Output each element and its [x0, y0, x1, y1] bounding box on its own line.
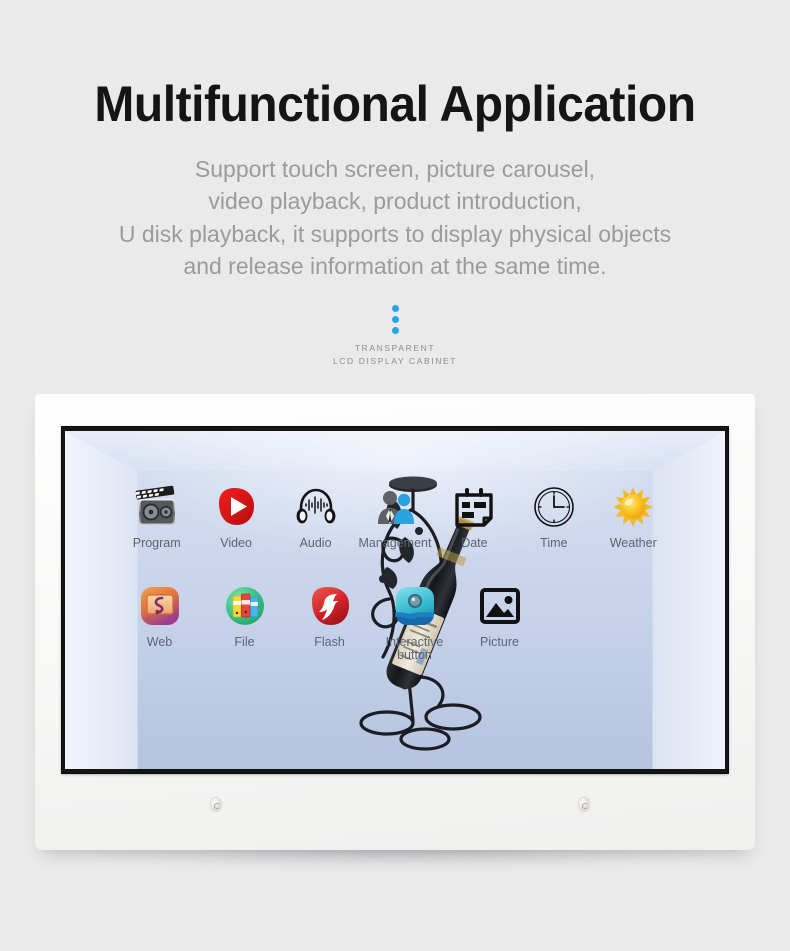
app-icon-grid: Program Video Audio Management Date Time…: [65, 483, 725, 662]
icon-row-1: Program Video Audio Management Date Time…: [117, 483, 673, 550]
brand-dots-icon: [0, 305, 790, 335]
app-icon-program[interactable]: Program: [117, 483, 196, 550]
browser-icon: [136, 582, 184, 630]
interactive-button-icon: [391, 582, 439, 630]
brand-mark: TRANSPARENT LCD DISPLAY CABINET: [0, 305, 790, 368]
brand-dot: [391, 305, 399, 313]
people-icon: [371, 483, 419, 531]
clock-icon: [530, 483, 578, 531]
app-icon-interactive-button[interactable]: Interactive button: [372, 582, 457, 662]
sun-icon: [609, 483, 657, 531]
headphones-icon: [292, 483, 340, 531]
icon-label: Time: [540, 536, 568, 550]
app-icon-date[interactable]: Date: [435, 483, 514, 550]
subtitle-line-3: U disk playback, it supports to display …: [118, 220, 672, 247]
icon-label: Management: [358, 536, 432, 550]
flash-icon: [306, 582, 354, 630]
app-icon-time[interactable]: Time: [514, 483, 593, 550]
app-icon-flash[interactable]: Flash: [287, 582, 372, 662]
icon-label: Picture: [480, 635, 519, 650]
device-frame: Program Video Audio Management Date Time…: [35, 394, 755, 850]
frame-screw-right: [579, 798, 589, 811]
icon-label: File: [234, 635, 255, 650]
film-clapper-icon: [133, 483, 181, 531]
icon-row-2: Web File Flash Interactive button Pictur…: [117, 582, 673, 662]
page-header: Multifunctional Application Support touc…: [0, 0, 790, 368]
icon-label: Weather: [609, 536, 657, 550]
icon-label: Program: [132, 536, 181, 550]
device-screen[interactable]: Program Video Audio Management Date Time…: [65, 431, 725, 769]
image-icon: [476, 582, 524, 630]
app-icon-web[interactable]: Web: [117, 582, 202, 662]
icon-label: Web: [146, 635, 173, 650]
display-cabinet-device: Program Video Audio Management Date Time…: [35, 394, 755, 868]
app-icon-audio[interactable]: Audio: [276, 483, 355, 550]
play-button-icon: [212, 483, 260, 531]
icon-label: Date: [461, 536, 488, 550]
icon-label: Audio: [299, 536, 332, 550]
folders-icon: [221, 582, 269, 630]
app-icon-file[interactable]: File: [202, 582, 287, 662]
app-icon-management[interactable]: Management: [355, 483, 434, 550]
device-bezel: Program Video Audio Management Date Time…: [62, 427, 728, 773]
subtitle-line-4: and release information at the same time…: [183, 253, 607, 280]
app-icon-weather[interactable]: Weather: [594, 483, 673, 550]
calendar-icon: [450, 483, 498, 531]
brand-line-1: TRANSPARENT: [354, 343, 436, 354]
app-icon-picture[interactable]: Picture: [457, 582, 542, 662]
brand-dot: [391, 316, 399, 324]
brand-line-2: LCD DISPLAY CABINET: [332, 355, 458, 366]
page-title: Multifunctional Application: [94, 76, 696, 132]
frame-screw-left: [211, 798, 221, 811]
icon-label: Interactive button: [385, 635, 444, 663]
app-icon-video[interactable]: Video: [196, 483, 275, 550]
brand-dot: [391, 327, 399, 335]
icon-label: Video: [220, 536, 252, 550]
subtitle-line-1: Support touch screen, picture carousel,: [194, 155, 596, 182]
subtitle-line-2: video playback, product introduction,: [208, 188, 582, 215]
icon-label: Flash: [314, 635, 345, 650]
page-subtitle: Support touch screen, picture carousel, …: [0, 153, 790, 284]
